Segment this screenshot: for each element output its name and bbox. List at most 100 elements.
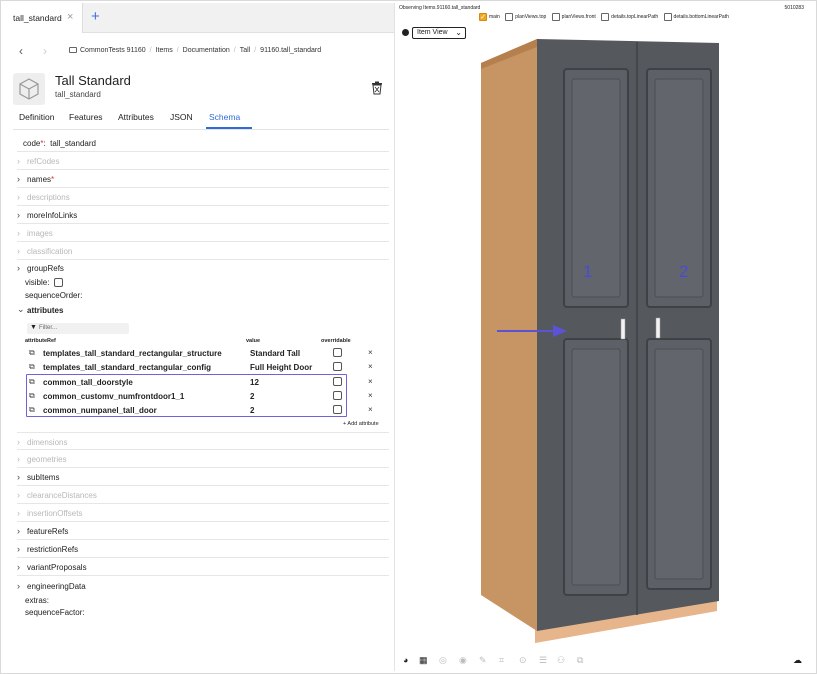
external-link-icon[interactable]: ⧉ [29, 348, 35, 358]
breadcrumb-item[interactable]: CommonTests 91160 [80, 47, 146, 54]
field-descriptions[interactable]: › descriptions [17, 188, 389, 206]
attribute-value[interactable]: Full Height Door [250, 363, 312, 372]
table-row: ⧉ templates_tall_standard_rectangular_st… [25, 346, 389, 360]
observing-label: Observing Items.91160.tall_standard [399, 5, 481, 11]
breadcrumb-bar: ‹ › CommonTests 91160/Items / Documentatio… [3, 41, 394, 61]
field-classification[interactable]: › classification [17, 242, 389, 260]
tab-schema[interactable]: Schema [209, 112, 240, 122]
column-header-overridable: overridable [321, 338, 351, 344]
field-attributes[interactable]: ⌄ attributes [17, 303, 389, 317]
breadcrumb-item[interactable]: 91160.tall_standard [260, 47, 321, 54]
visible-checkbox[interactable] [54, 278, 63, 287]
field-label: geometries [27, 455, 67, 464]
layers-icon[interactable]: ⧉ [577, 655, 583, 666]
view-toggle-bottom-linear-path[interactable]: details.bottomLinearPath [663, 13, 729, 21]
tab-json[interactable]: JSON [170, 112, 193, 122]
attribute-ref: templates_tall_standard_rectangular_conf… [43, 363, 212, 372]
circle-icon[interactable]: ◉ [459, 655, 467, 666]
field-restrictionrefs[interactable]: › restrictionRefs [17, 540, 389, 558]
remove-icon[interactable]: × [368, 377, 373, 386]
tab-tall-standard[interactable]: tall_standard × [3, 3, 83, 33]
page-title: Tall Standard [55, 73, 131, 88]
tab-attributes[interactable]: Attributes [118, 112, 154, 122]
checkbox[interactable] [663, 13, 672, 21]
field-names[interactable]: › names* [17, 170, 389, 188]
checkbox[interactable] [601, 13, 610, 21]
checkbox-checked[interactable]: ✓ [479, 13, 487, 21]
pencil-icon[interactable]: ✎ [479, 655, 487, 666]
tab-features[interactable]: Features [69, 112, 103, 122]
checkbox[interactable] [505, 13, 514, 21]
view-toggle-plan-top[interactable]: planViews.top [505, 13, 546, 21]
chevron-right-icon: › [17, 156, 20, 166]
filter-input[interactable]: ▼ Filter... [27, 323, 129, 334]
chevron-right-icon: › [17, 192, 20, 202]
chevron-right-icon[interactable]: › [43, 44, 47, 58]
field-label: featureRefs [27, 527, 69, 536]
field-dimensions[interactable]: › dimensions [17, 432, 389, 450]
remove-icon[interactable]: × [368, 405, 373, 414]
target-icon[interactable]: ⊙ [519, 655, 527, 666]
field-subitems[interactable]: › subItems [17, 468, 389, 486]
filter-placeholder: Filter... [39, 325, 58, 331]
remove-icon[interactable]: × [368, 391, 373, 400]
view-select[interactable]: Item View ⌄ [412, 27, 466, 39]
overridable-checkbox[interactable] [333, 348, 342, 357]
field-label: extras: [25, 596, 50, 605]
attribute-ref: templates_tall_standard_rectangular_stru… [43, 349, 222, 358]
add-attribute-button[interactable]: + Add attribute [343, 421, 379, 427]
field-refcodes[interactable]: › refCodes [17, 152, 389, 170]
close-icon[interactable]: × [67, 11, 73, 23]
item-header: Tall Standard tall_standard [13, 71, 387, 105]
item-tabs: Definition Features Attributes JSON Sche… [13, 110, 389, 130]
field-visible: visible: [17, 276, 389, 289]
overridable-checkbox[interactable] [333, 362, 342, 371]
field-geometries[interactable]: › geometries [17, 450, 389, 468]
view-select-value: Item View [417, 29, 448, 36]
breadcrumb-item[interactable]: Tall [240, 47, 251, 54]
list-icon[interactable]: ☰ [539, 655, 547, 666]
cloud-download-icon[interactable]: ☁ [793, 655, 802, 666]
field-label: refCodes [27, 157, 60, 166]
view-toggle-plan-front[interactable]: planViews.front [551, 13, 596, 21]
compass-icon[interactable]: ◎ [439, 655, 447, 666]
tab-definition[interactable]: Definition [19, 112, 54, 122]
chevron-down-icon: ⌄ [17, 304, 25, 314]
palette-icon[interactable]: ◕ [403, 655, 408, 665]
attribute-value[interactable]: Standard Tall [250, 349, 300, 358]
trash-icon[interactable] [371, 81, 383, 95]
breadcrumb-item[interactable]: Items [156, 47, 173, 54]
ruler-icon[interactable]: ⌗ [499, 655, 504, 666]
door-2-label: 2 [679, 262, 688, 281]
field-label: attributes [27, 306, 64, 315]
chevron-left-icon[interactable]: ‹ [19, 44, 23, 58]
chevron-right-icon: › [17, 437, 20, 447]
field-label: groupRefs [27, 264, 64, 273]
field-engineeringdata[interactable]: › engineeringData [17, 580, 389, 593]
checkbox[interactable] [551, 13, 560, 21]
view-toggle-main[interactable]: ✓ main [479, 13, 500, 21]
field-sequenceorder: sequenceOrder: [17, 289, 389, 302]
field-clearancedistances[interactable]: › clearanceDistances [17, 486, 389, 504]
field-grouprefs[interactable]: › groupRefs [17, 262, 389, 275]
field-label: sequenceFactor: [25, 608, 85, 617]
view-toggle-top-linear-path[interactable]: details.topLinearPath [601, 13, 658, 21]
field-insertionoffsets[interactable]: › insertionOffsets [17, 504, 389, 522]
field-variantproposals[interactable]: › variantProposals [17, 558, 389, 576]
viewer-pane: 1 2 Observing Items.91160.tall_standard … [397, 3, 816, 671]
remove-icon[interactable]: × [368, 362, 373, 371]
page-subtitle: tall_standard [55, 90, 101, 99]
field-images[interactable]: › images [17, 224, 389, 242]
breadcrumb-item[interactable]: Documentation [183, 47, 230, 54]
cabinet-render[interactable]: 1 2 [397, 3, 816, 671]
field-moreinfolinks[interactable]: › moreInfoLinks [17, 206, 389, 224]
field-featurerefs[interactable]: › featureRefs [17, 522, 389, 540]
grid-icon[interactable]: ▦ [419, 655, 428, 666]
hierarchy-icon[interactable]: ⚇ [557, 655, 565, 666]
add-tab-icon[interactable]: + [91, 8, 100, 25]
external-link-icon[interactable]: ⧉ [29, 362, 35, 372]
chevron-right-icon: › [17, 544, 20, 554]
remove-icon[interactable]: × [368, 348, 373, 357]
field-label: images [27, 229, 53, 238]
code-value[interactable]: tall_standard [50, 139, 96, 148]
